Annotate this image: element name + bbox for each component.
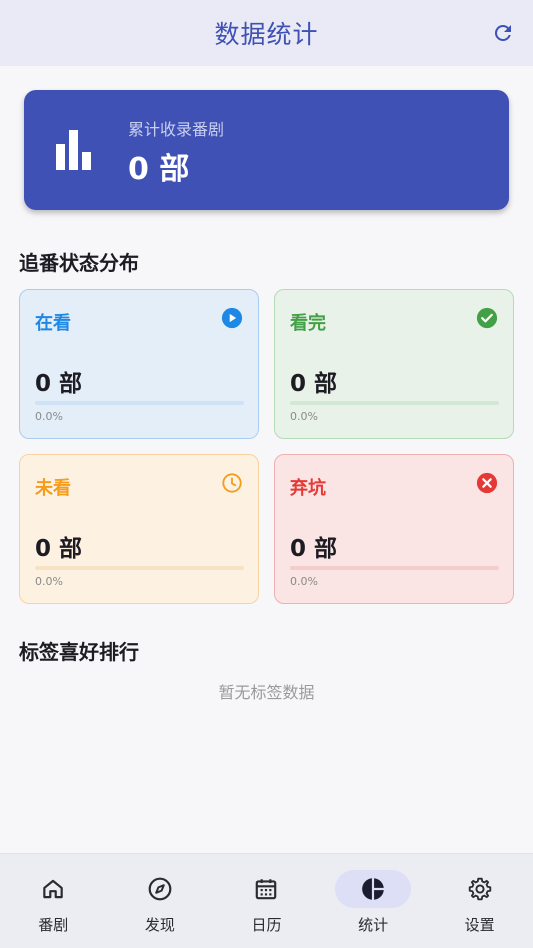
total-value: 0 部 [128, 152, 190, 187]
home-icon [43, 879, 64, 899]
card-value: 0 部 [35, 536, 83, 562]
card-value: 0 部 [290, 371, 338, 397]
progress-track [35, 401, 244, 405]
nav-pill [122, 870, 198, 908]
nav-item-stats[interactable]: 统计 [320, 854, 427, 948]
status-card-finished[interactable]: 看完 0 部 0.0% [274, 289, 514, 439]
card-percent: 0.0% [35, 410, 63, 423]
gear-icon [468, 877, 491, 901]
total-label: 累计收录番剧 [128, 120, 225, 139]
nav-item-anime[interactable]: 番剧 [0, 854, 107, 948]
progress-track [290, 566, 499, 570]
card-percent: 0.0% [35, 575, 63, 588]
nav-pill-active [335, 870, 412, 908]
tags-empty-text: 暂无标签数据 [218, 683, 315, 702]
card-percent: 0.0% [290, 410, 318, 423]
calendar-icon [256, 879, 277, 900]
tags-title: 标签喜好排行 [19, 640, 139, 664]
card-label: 弃坑 [290, 478, 326, 499]
nav-pill [442, 870, 518, 908]
bar-chart-icon [56, 130, 91, 170]
total-collection-card: 累计收录番剧 0 部 [24, 90, 509, 210]
check-circle-icon [476, 307, 498, 329]
nav-item-settings[interactable]: 设置 [426, 854, 533, 948]
nav-pill [228, 870, 304, 908]
status-card-dropped[interactable]: 弃坑 0 部 0.0% [274, 454, 514, 604]
cancel-circle-icon [476, 472, 498, 494]
status-card-watching[interactable]: 在看 0 部 0.0% [19, 289, 259, 439]
card-value: 0 部 [290, 536, 338, 562]
nav-label: 设置 [464, 916, 495, 934]
card-label: 在看 [35, 313, 71, 334]
pie-chart-icon [362, 878, 384, 900]
refresh-icon [494, 24, 511, 41]
card-label: 看完 [290, 313, 326, 334]
nav-label: 日历 [251, 916, 282, 934]
clock-icon [222, 473, 242, 493]
play-circle-icon [221, 307, 243, 329]
nav-pill [15, 870, 91, 908]
card-value: 0 部 [35, 371, 83, 397]
card-label: 未看 [35, 478, 71, 499]
nav-label: 统计 [358, 916, 389, 934]
nav-item-discover[interactable]: 发现 [107, 854, 214, 948]
status-card-unwatched[interactable]: 未看 0 部 0.0% [19, 454, 259, 604]
nav-label: 番剧 [38, 916, 69, 934]
nav-label: 发现 [144, 916, 175, 934]
bottom-nav: 番剧 发现 日历 统计 设置 [0, 853, 533, 948]
compass-icon [148, 877, 172, 901]
page-title: 数据统计 [214, 20, 319, 49]
progress-track [35, 566, 244, 570]
card-percent: 0.0% [290, 575, 318, 588]
distribution-title: 追番状态分布 [19, 251, 139, 275]
app-bar: 数据统计 [0, 0, 533, 66]
progress-track [290, 401, 499, 405]
nav-item-calendar[interactable]: 日历 [213, 854, 320, 948]
refresh-button[interactable] [489, 19, 517, 47]
